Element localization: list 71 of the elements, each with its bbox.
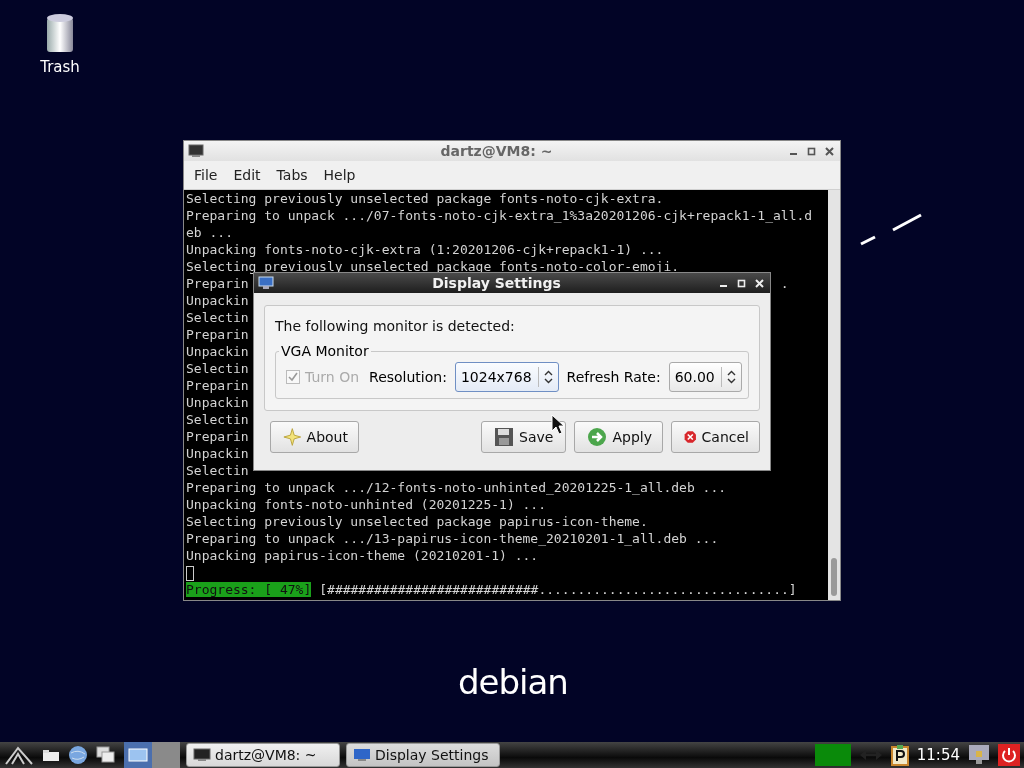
folder-icon[interactable] (42, 748, 60, 762)
terminal-text: Preparin (186, 276, 249, 291)
monitor-icon (258, 276, 274, 290)
terminal-line: Preparin (186, 327, 249, 342)
lock-screen-icon[interactable] (968, 744, 990, 766)
dialog-button[interactable]: Cancel (671, 421, 760, 453)
taskbar-button[interactable]: Display Settings (346, 743, 500, 767)
power-icon[interactable] (998, 744, 1020, 766)
field-label: Resolution: (369, 369, 447, 385)
progress-label: Progress: [ 47%] (186, 582, 312, 597)
message-text: The following monitor is detected: (275, 318, 516, 334)
terminal-icon (188, 144, 204, 158)
dialog-button[interactable]: Save (481, 421, 567, 453)
taskbar-separator (152, 742, 180, 768)
scrollbar-thumb[interactable] (831, 558, 837, 596)
monitor-icon (353, 748, 371, 762)
terminal-line: Preparing to unpack .../13-papirus-icon-theme_20210201-1_all.deb ... (186, 531, 719, 546)
progress-text: [###########################................................] (319, 582, 797, 597)
checkbox-label: Turn On (305, 369, 360, 385)
scrollbar[interactable] (828, 190, 840, 600)
terminal-line: Unpacking fonts-noto-cjk-extra (1:20201206-cjk+repack1-1) ... (186, 242, 664, 257)
terminal-line: Unpacking papirus-icon-theme (20210201-1) ... (186, 548, 539, 563)
globe-icon[interactable] (68, 745, 88, 765)
terminal-line: Selectin (186, 412, 249, 427)
text-cursor (186, 566, 194, 581)
windows-icon[interactable] (96, 746, 116, 764)
terminal-icon (193, 748, 211, 762)
terminal-line: Unpackin (186, 395, 249, 410)
terminal-line: Selectin (186, 463, 249, 478)
window-title: dartz@VM8: ~ (439, 143, 554, 159)
terminal-line: Selecting previously unselected package fonts-noto-cjk-extra. (186, 191, 664, 206)
terminal-line: Preparin (186, 429, 249, 444)
up-down-arrow-icon[interactable] (543, 370, 553, 384)
menu-item[interactable]: Help (315, 167, 364, 183)
group-label: VGA Monitor (279, 343, 371, 359)
field-label: Refresh Rate: (566, 369, 661, 385)
clock[interactable]: 11:54 (916, 746, 960, 764)
star-icon (283, 427, 302, 447)
menu-item[interactable]: Edit (225, 167, 269, 183)
terminal-line: Unpackin (186, 344, 249, 359)
mouse-pointer-icon (551, 414, 565, 436)
menu-item[interactable]: Tabs (268, 167, 316, 183)
terminal-text: . (780, 276, 789, 291)
terminal-line: Preparin (186, 378, 249, 393)
up-down-arrow-icon[interactable] (726, 370, 736, 384)
menu-item[interactable]: File (186, 167, 226, 183)
terminal-line: eb ... (186, 225, 233, 240)
terminal-line: Selecting previously unselected package papirus-icon-theme. (186, 514, 648, 529)
terminal-line: Unpacking fonts-noto-unhinted (20201225-1) ... (186, 497, 547, 512)
desktop-icon[interactable] (124, 742, 152, 768)
dialog-button[interactable]: Apply (574, 421, 663, 453)
cpu-graph (814, 744, 851, 766)
arrow-circle-icon (587, 427, 608, 447)
icon-label[interactable]: Trash (40, 58, 80, 76)
checkmark-icon (288, 372, 298, 382)
terminal-line: Preparing to unpack .../12-fonts-noto-unhinted_20201225-1_all.deb ... (186, 480, 727, 495)
bird-logo-icon[interactable] (4, 744, 34, 766)
logo-text: debian (458, 662, 568, 702)
spin-box[interactable]: 60.00 (668, 362, 742, 392)
terminal-line: Selectin (186, 310, 249, 325)
taskbar-button[interactable]: dartz@VM8: ~ (186, 743, 340, 767)
wallpaper-stroke-drawing (859, 213, 923, 247)
trash-can-icon[interactable] (45, 12, 75, 54)
terminal-line: Unpackin (186, 446, 249, 461)
dialog-button[interactable]: About (270, 421, 359, 453)
spin-box[interactable]: 1024x768 (454, 362, 559, 392)
terminal-line: Unpackin (186, 293, 249, 308)
clipboard-icon[interactable] (890, 744, 909, 766)
terminal-line: Selectin (186, 361, 249, 376)
window-title: Display Settings (431, 275, 562, 291)
terminal-line: Preparing to unpack .../07-fonts-noto-cjk-extra_1%3a20201206-cjk+repack1-1_all.d (186, 208, 813, 223)
